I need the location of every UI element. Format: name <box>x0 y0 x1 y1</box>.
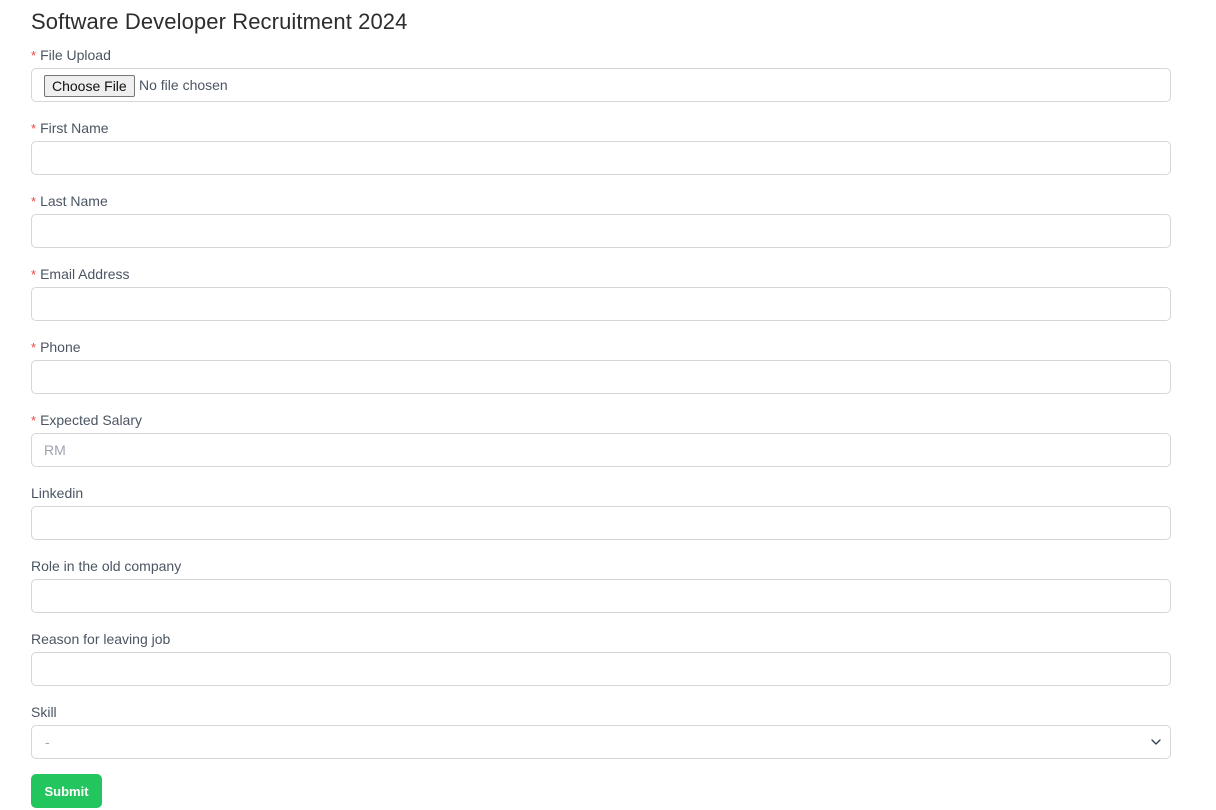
last-name-field: * Last Name <box>31 192 1171 248</box>
phone-box <box>31 360 1171 394</box>
first-name-field: * First Name <box>31 119 1171 175</box>
choose-file-button[interactable]: Choose File <box>44 75 135 97</box>
last-name-label-text: Last Name <box>40 193 108 209</box>
last-name-box <box>31 214 1171 248</box>
last-name-label: * Last Name <box>31 192 1171 210</box>
file-upload-label: * File Upload <box>31 46 1171 64</box>
file-status-text: No file chosen <box>139 77 228 93</box>
file-upload-input[interactable]: Choose File No file chosen <box>31 68 1171 102</box>
required-marker: * <box>31 340 37 355</box>
leaving-reason-label-text: Reason for leaving job <box>31 631 171 647</box>
submit-button[interactable]: Submit <box>31 774 102 808</box>
expected-salary-label: * Expected Salary <box>31 411 1171 429</box>
linkedin-input[interactable] <box>32 507 1170 539</box>
skill-selected-value: - <box>45 734 50 750</box>
required-marker: * <box>31 194 37 209</box>
leaving-reason-label: Reason for leaving job <box>31 630 1171 648</box>
old-role-label: Role in the old company <box>31 557 1171 575</box>
phone-label-text: Phone <box>40 339 81 355</box>
linkedin-label: Linkedin <box>31 484 1171 502</box>
phone-field: * Phone <box>31 338 1171 394</box>
first-name-label-text: First Name <box>40 120 109 136</box>
email-input[interactable] <box>32 288 1170 320</box>
email-box <box>31 287 1171 321</box>
linkedin-field: Linkedin <box>31 484 1171 540</box>
email-label: * Email Address <box>31 265 1171 283</box>
required-marker: * <box>31 267 37 282</box>
leaving-reason-input[interactable] <box>32 653 1170 685</box>
old-role-box <box>31 579 1171 613</box>
skill-select[interactable]: - <box>31 725 1171 759</box>
linkedin-box <box>31 506 1171 540</box>
email-label-text: Email Address <box>40 266 130 282</box>
linkedin-label-text: Linkedin <box>31 485 84 501</box>
expected-salary-input[interactable] <box>32 434 1170 466</box>
email-field: * Email Address <box>31 265 1171 321</box>
required-marker: * <box>31 121 37 136</box>
leaving-reason-field: Reason for leaving job <box>31 630 1171 686</box>
skill-label: Skill <box>31 703 1171 721</box>
chevron-down-icon <box>1151 739 1161 745</box>
first-name-label: * First Name <box>31 119 1171 137</box>
expected-salary-label-text: Expected Salary <box>40 412 143 428</box>
required-marker: * <box>31 413 37 428</box>
first-name-box <box>31 141 1171 175</box>
first-name-input[interactable] <box>32 142 1170 174</box>
file-upload-label-text: File Upload <box>40 47 111 63</box>
expected-salary-field: * Expected Salary <box>31 411 1171 467</box>
last-name-input[interactable] <box>32 215 1170 247</box>
skill-label-text: Skill <box>31 704 57 720</box>
old-role-input[interactable] <box>32 580 1170 612</box>
leaving-reason-box <box>31 652 1171 686</box>
skill-field: Skill - <box>31 703 1171 759</box>
phone-label: * Phone <box>31 338 1171 356</box>
expected-salary-box <box>31 433 1171 467</box>
page-title: Software Developer Recruitment 2024 <box>31 9 408 34</box>
required-marker: * <box>31 48 37 63</box>
old-role-label-text: Role in the old company <box>31 558 182 574</box>
old-role-field: Role in the old company <box>31 557 1171 613</box>
file-upload-field: * File Upload Choose File No file chosen <box>31 46 1171 102</box>
phone-input[interactable] <box>32 361 1170 393</box>
